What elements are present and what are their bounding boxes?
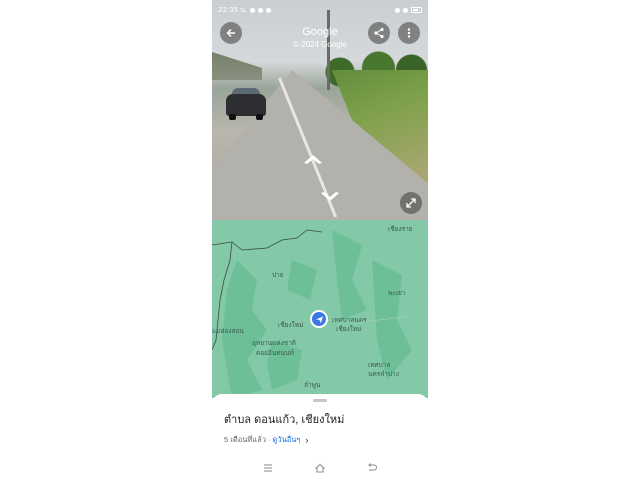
map-label-chiang-rai: เชียงราย xyxy=(388,225,413,233)
capture-date-row: 5 เดือนที่แล้ว · ดูวันอื่นๆ › xyxy=(224,434,308,446)
wifi-icon xyxy=(403,7,408,13)
map-label-park-2: ดอยอินทนนท์ xyxy=(256,349,294,357)
notification-icon xyxy=(266,7,272,13)
utility-pole xyxy=(327,10,330,90)
location-icon xyxy=(395,7,400,13)
map-label-pai: ปาย xyxy=(272,271,284,279)
back-icon[interactable] xyxy=(366,459,378,478)
expand-icon[interactable] xyxy=(400,192,422,214)
car-body xyxy=(226,94,266,116)
map-label-chiang-mai: เชียงใหม่ xyxy=(278,321,304,329)
bottom-sheet[interactable]: ตำบล ดอนแก้ว, เชียงใหม่ 5 เดือนที่แล้ว ·… xyxy=(212,394,428,456)
status-time: 22:35 น. xyxy=(218,5,248,14)
navigate-forward-arrow[interactable] xyxy=(302,150,324,164)
system-nav-bar xyxy=(212,456,428,480)
menu-icon[interactable] xyxy=(262,459,274,478)
map-label-mae-hong-son: แม่ฮ่องสอน xyxy=(212,327,244,335)
location-marker-icon[interactable] xyxy=(310,310,328,328)
more-vert-icon[interactable] xyxy=(398,22,420,44)
chevron-right-icon[interactable]: › xyxy=(305,435,308,445)
google-title: Google xyxy=(302,26,338,38)
copyright-text: © 2024 Google xyxy=(293,40,347,49)
navigate-back-arrow[interactable] xyxy=(319,188,341,201)
notification-icon xyxy=(258,7,264,13)
place-name: ตำบล ดอนแก้ว, เชียงใหม่ xyxy=(224,414,345,426)
notification-icon xyxy=(250,7,256,13)
drag-handle[interactable] xyxy=(313,399,327,402)
phone-screen: 22:35 น. Google © 2024 Google เชียงราย พ… xyxy=(212,0,428,480)
map-label-lampang-2: นครลำปาง xyxy=(368,370,399,378)
car xyxy=(226,86,266,120)
status-bar: 22:35 น. xyxy=(212,0,428,20)
map-label-city-muni-2: เชียงใหม่ xyxy=(336,325,362,333)
map-label-lamphun: ลำพูน xyxy=(304,381,321,389)
street-view-header: Google © 2024 Google xyxy=(212,26,428,49)
car-wheel-right xyxy=(256,114,263,120)
map-label-park: อุทยานแห่งชาติ xyxy=(252,339,297,347)
capture-date: 5 เดือนที่แล้ว · xyxy=(224,435,271,444)
car-wheel-left xyxy=(229,114,236,120)
mini-map[interactable]: เชียงราย พะเยา ปาย เชียงใหม่ เทศบาลนคร เ… xyxy=(212,220,428,398)
battery-icon xyxy=(411,7,422,13)
share-icon[interactable] xyxy=(368,22,390,44)
see-other-dates-link[interactable]: ดูวันอื่นๆ xyxy=(273,434,301,446)
map-label-phayao: พะเยา xyxy=(388,289,406,297)
home-icon[interactable] xyxy=(314,459,326,478)
